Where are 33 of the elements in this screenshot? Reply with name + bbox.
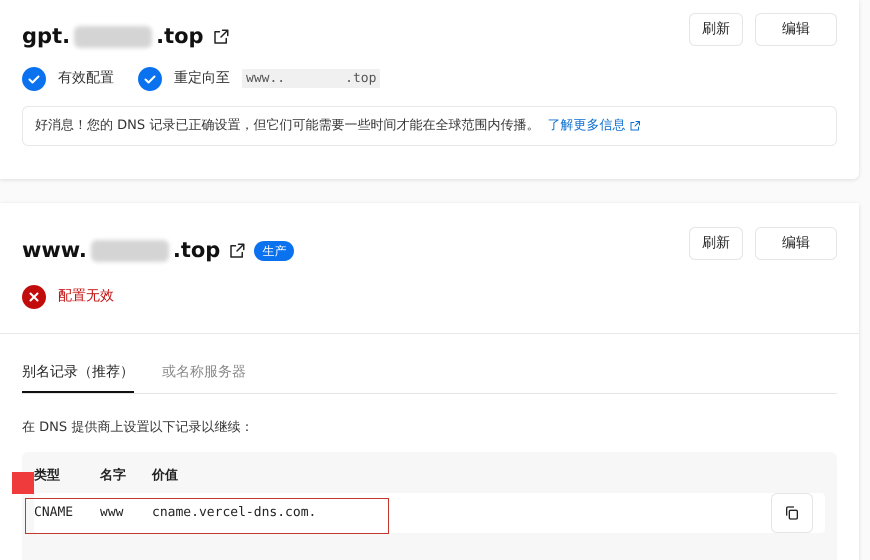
domain-name: www. [22,237,87,264]
annotation-marker [12,472,34,494]
column-header: 名字 [100,466,127,485]
external-link-icon [228,242,246,260]
external-link-icon [629,120,642,132]
check-icon [22,66,46,90]
error-icon [22,284,46,308]
notice-text: 好消息！您的 DNS 记录已正确设置，但它们可能需要一些时间才能在全球范围内传播。 [35,116,540,135]
status-label: 重定向至 [174,69,230,88]
tab[interactable]: 别名记录（推荐） [22,362,134,392]
external-link-icon [212,28,230,46]
redirect-target: www.. .top [242,68,380,88]
domain-name: gpt. [22,23,70,50]
environment-badge: 生产 [254,240,294,261]
column-header: 类型 [34,467,61,485]
edit-button[interactable]: 编辑 [755,227,837,260]
refresh-button[interactable]: 刷新 [689,13,743,46]
domain-suffix: .top [172,237,220,264]
table-cell-text: cname.vercel-dns.com. [152,504,316,522]
column-header: 价值 [152,467,178,485]
refresh-button[interactable]: 刷新 [689,227,743,260]
table-cell-text: www [100,504,124,522]
learn-more-link[interactable]: 了解更多信息 [547,116,642,136]
edit-button[interactable]: 编辑 [755,13,837,46]
instructions-text: 在 DNS 提供商上设置以下记录以继续： [22,418,254,436]
status-label: 配置无效 [58,287,114,306]
domain-suffix: .top [156,23,204,50]
status-label: 有效配置 [58,69,114,88]
tab[interactable]: 或名称服务器 [162,362,246,392]
copy-icon [784,504,800,520]
check-icon [138,66,162,90]
table-cell-text: CNAME [34,504,74,522]
copy-button[interactable] [771,492,813,532]
